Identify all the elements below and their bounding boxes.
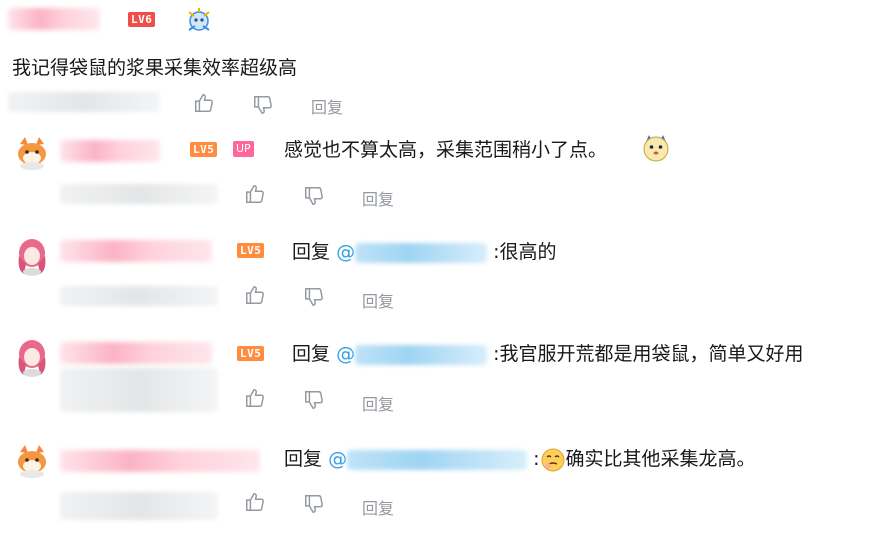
dislike-icon[interactable] [303, 185, 325, 207]
dislike-icon[interactable] [303, 286, 325, 308]
reply-text-line: 回复 @ :我官服开荒都是用袋鼠，简单又好用 [292, 341, 804, 367]
username-blurred[interactable] [60, 450, 260, 472]
reply-meta-blurred [60, 492, 218, 520]
username-blurred[interactable] [60, 140, 160, 162]
reply-prefix: 回复 [292, 241, 331, 263]
level-badge: LV5 [237, 346, 265, 361]
reply-meta-blurred [60, 286, 218, 306]
reply-text: 确实比其他采集龙高。 [565, 448, 756, 470]
fox-avatar-icon [12, 440, 52, 480]
anime-girl-avatar-icon [12, 236, 52, 276]
avatar[interactable] [12, 236, 52, 276]
reply-button[interactable]: 回复 [362, 495, 394, 519]
like-icon[interactable] [244, 183, 266, 205]
avatar[interactable] [12, 337, 52, 377]
avatar[interactable] [12, 132, 52, 172]
reply-prefix: 回复 [292, 343, 331, 365]
username-blurred[interactable] [60, 342, 212, 364]
reply-text-line: 回复 @ : 确实比其他采集龙高。 [284, 446, 756, 473]
decoration-badge-icon [188, 8, 210, 31]
like-icon[interactable] [193, 92, 215, 114]
comment-meta-blurred [8, 92, 160, 112]
dislike-icon[interactable] [252, 94, 274, 116]
reply-button[interactable]: 回复 [362, 391, 394, 415]
reply-meta-blurred [60, 368, 218, 412]
reply-button[interactable]: 回复 [362, 288, 394, 312]
reply-text: :很高的 [493, 241, 557, 263]
reply-text: :我官服开荒都是用袋鼠，简单又好用 [493, 343, 804, 365]
reply-prefix: 回复 [284, 448, 323, 470]
reply-text-line: 回复 @ :很高的 [292, 239, 557, 265]
mention-name-blurred[interactable] [347, 449, 528, 470]
dislike-icon[interactable] [303, 389, 325, 411]
mention-link[interactable]: @ [336, 241, 355, 263]
mention-link[interactable]: @ [328, 448, 347, 470]
like-icon[interactable] [244, 491, 266, 513]
mention-name-blurred[interactable] [355, 344, 488, 365]
reply-meta-blurred [60, 184, 218, 204]
like-icon[interactable] [244, 387, 266, 409]
dislike-icon[interactable] [303, 493, 325, 515]
comment-text: 我记得袋鼠的浆果采集效率超级高 [12, 57, 298, 79]
anime-girl-avatar-icon [12, 337, 52, 377]
avatar[interactable] [12, 440, 52, 480]
emoji-thinking-icon [541, 448, 565, 471]
mention-link[interactable]: @ [336, 343, 355, 365]
level-badge: LV5 [190, 142, 218, 157]
reply-button[interactable]: 回复 [362, 186, 394, 210]
like-icon[interactable] [244, 284, 266, 306]
reply-text: 感觉也不算太高，采集范围稍小了点。 [284, 139, 608, 161]
username-blurred[interactable] [60, 240, 212, 262]
username-blurred[interactable] [8, 8, 100, 30]
level-badge: LV6 [128, 12, 156, 27]
fox-avatar-icon [12, 132, 52, 172]
up-badge: UP [233, 141, 254, 157]
emoji-dog-icon [643, 135, 669, 162]
reply-button[interactable]: 回复 [311, 94, 343, 118]
level-badge: LV5 [237, 243, 265, 258]
mention-name-blurred[interactable] [355, 242, 488, 263]
